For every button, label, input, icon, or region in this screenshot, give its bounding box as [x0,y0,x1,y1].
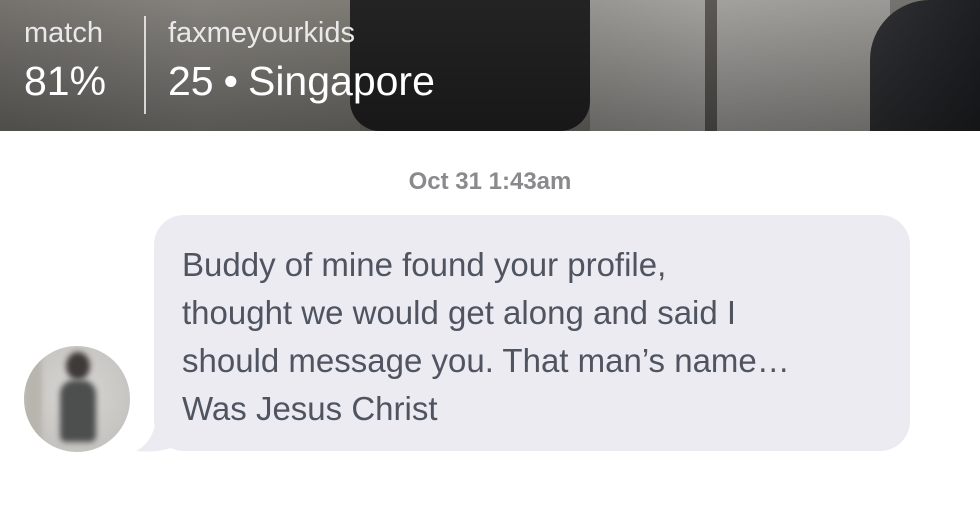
avatar-photo-head [66,352,90,380]
separator-dot: • [223,58,238,104]
location: Singapore [247,58,435,104]
avatar-photo-background [24,346,42,452]
chat-screen: match 81% faxmeyourkids 25 • Singapore Oct… [0,0,980,514]
age-location: 25 • Singapore [168,54,435,108]
match-label: match [24,17,103,49]
profile-header[interactable]: match 81% faxmeyourkids 25 • Singapore [0,0,980,131]
match-percentage: 81% [24,58,107,104]
sender-avatar[interactable] [24,346,130,452]
username[interactable]: faxmeyourkids [168,14,435,52]
profile-summary[interactable]: faxmeyourkids 25 • Singapore [168,14,435,108]
message-timestamp: Oct 31 1:43am [408,168,572,195]
header-info: match 81% faxmeyourkids 25 • Singapore [0,0,980,131]
match-score: match 81% [24,14,106,108]
message-text: Buddy of mine found your profile, though… [182,246,790,427]
message-bubble[interactable]: Buddy of mine found your profile, though… [154,215,910,451]
avatar-photo-body [60,380,96,442]
header-divider [144,16,146,114]
age: 25 [168,58,214,104]
